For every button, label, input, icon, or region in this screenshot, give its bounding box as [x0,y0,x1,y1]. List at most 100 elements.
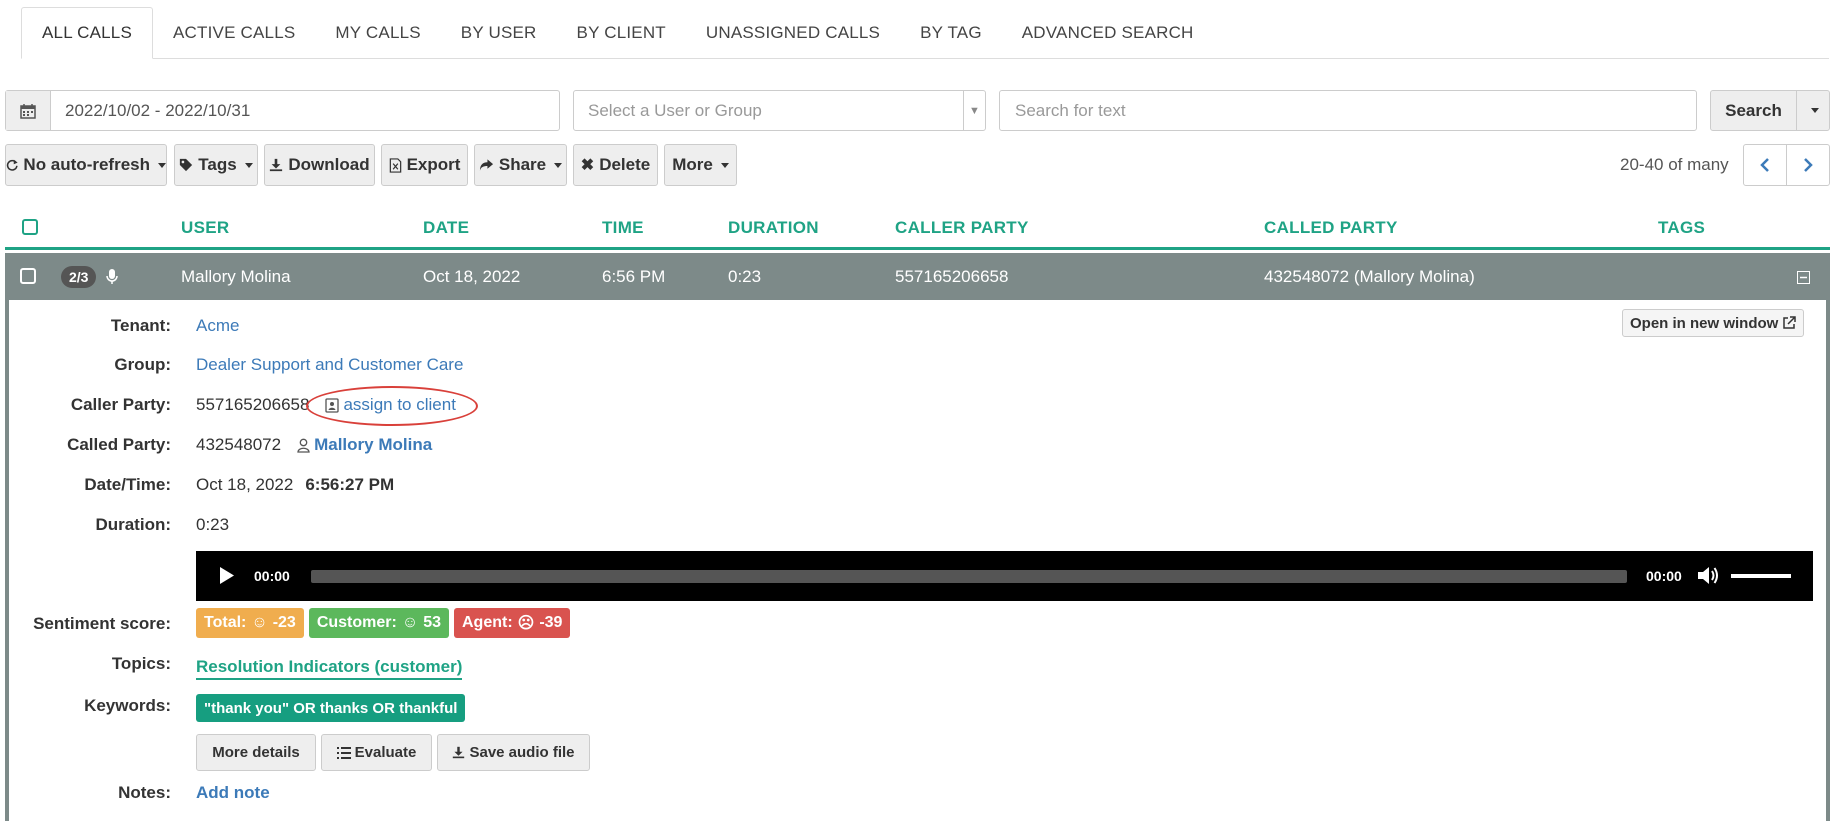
chevron-down-icon[interactable]: ▼ [963,91,985,130]
group-link[interactable]: Dealer Support and Customer Care [196,355,463,375]
table-row[interactable]: 2/3 Mallory Molina Oct 18, 2022 6:56 PM … [5,253,1830,300]
current-time: 00:00 [254,568,290,584]
calendar-icon[interactable] [6,91,51,130]
neutral-face-icon: ☺ [251,614,268,631]
excel-file-icon [389,157,401,173]
tab-by-tag[interactable]: BY TAG [900,7,1002,59]
sentiment-agent-label: Agent: [461,614,513,631]
search-button-group: Search [1710,90,1830,131]
download-icon [453,746,465,759]
row-time: 6:56 PM [602,267,666,286]
tab-my-calls[interactable]: MY CALLS [315,7,440,59]
volume-icon[interactable] [1697,565,1719,586]
tab-by-client[interactable]: BY CLIENT [557,7,686,59]
delete-button[interactable]: ✖ Delete [573,144,658,186]
chevron-left-icon [1760,158,1769,172]
caret-icon [1810,108,1819,113]
pagination-text: 20-40 of many [1620,155,1729,174]
more-details-button[interactable]: More details [196,734,316,771]
auto-refresh-label: No auto-refresh [23,155,150,174]
refresh-icon [6,159,18,171]
auto-refresh-button[interactable]: No auto-refresh [5,144,167,186]
tab-advanced-search[interactable]: ADVANCED SEARCH [1002,7,1214,59]
chevron-right-icon [1804,158,1813,172]
called-party-value: 432548072 Mallory Molina [196,435,432,455]
tags-label: Tags [198,155,237,174]
tenant-label: Tenant: [110,316,171,335]
delete-label: Delete [599,155,651,174]
called-user-link[interactable]: Mallory Molina [314,435,432,455]
date-range-value[interactable]: 2022/10/02 - 2022/10/31 [51,91,559,130]
calls-table-header: USER DATE TIME DURATION CALLER PARTY CAL… [5,204,1830,250]
topic-link[interactable]: Resolution Indicators (customer) [196,657,463,680]
notes-value: Add note [196,783,270,803]
collapse-icon[interactable] [1797,271,1810,284]
column-time[interactable]: TIME [602,218,644,238]
share-icon [479,159,493,171]
add-note-link[interactable]: Add note [196,783,270,803]
user-group-select[interactable]: Select a User or Group ▼ [573,90,986,131]
select-all-checkbox[interactable] [22,219,38,235]
call-part-badge: 2/3 [61,266,97,288]
download-label: Download [288,155,370,174]
download-icon [270,158,283,172]
caret-icon [158,162,166,168]
column-duration[interactable]: DURATION [728,218,819,238]
more-label: More [672,155,713,174]
more-button[interactable]: More [664,144,737,186]
keyword-badge[interactable]: "thank you" OR thanks OR thankful [196,694,466,722]
external-link-icon [1783,316,1797,329]
sentiment-scores: Total: ☺ -23 Customer: ☺ 53 Agent: ☹ -39 [196,608,571,638]
smile-icon: ☺ [401,614,419,631]
open-new-window-button[interactable]: Open in new window [1622,309,1805,337]
tab-all-calls[interactable]: ALL CALLS [21,7,154,59]
sentiment-total-value: -23 [272,614,296,631]
tags-button[interactable]: Tags [174,144,258,186]
user-icon [297,438,310,453]
audio-player: 00:00 00:00 [196,551,1813,601]
export-button[interactable]: Export [381,144,468,186]
tab-unassigned-calls[interactable]: UNASSIGNED CALLS [686,7,900,59]
sentiment-total-badge: Total: ☺ -23 [196,608,304,638]
group-label: Group: [114,355,171,374]
column-date[interactable]: DATE [423,218,469,238]
row-called-party: 432548072 (Mallory Molina) [1264,267,1475,286]
row-checkbox[interactable] [20,268,36,284]
topics-value: Resolution Indicators (customer) [196,657,463,680]
evaluate-label: Evaluate [354,744,417,761]
share-button[interactable]: Share [474,144,567,186]
close-icon: ✖ [580,157,595,174]
sentiment-customer-label: Customer: [316,614,397,631]
tab-active-calls[interactable]: ACTIVE CALLS [153,7,315,59]
play-icon[interactable] [219,566,235,585]
tab-by-user[interactable]: BY USER [441,7,557,59]
sentiment-customer-value: 53 [423,614,441,631]
search-input[interactable]: Search for text [999,90,1697,131]
tenant-link[interactable]: Acme [196,316,239,336]
evaluate-button[interactable]: Evaluate [321,734,432,771]
search-options-caret[interactable] [1797,91,1829,130]
highlight-ellipse [306,386,478,426]
microphone-icon [106,269,118,284]
user-group-placeholder[interactable]: Select a User or Group [574,91,963,130]
sentiment-customer-badge: Customer: ☺ 53 [308,608,449,638]
column-user[interactable]: USER [181,218,229,238]
save-audio-button[interactable]: Save audio file [437,734,590,771]
datetime-label: Date/Time: [84,475,171,494]
previous-page-button[interactable] [1744,145,1787,185]
notes-label: Notes: [118,783,171,802]
download-button[interactable]: Download [264,144,375,186]
tag-icon [180,158,193,172]
caret-icon [720,162,729,168]
datetime-value: Oct 18, 2022 6:56:27 PM [196,475,394,495]
duration-value: 0:23 [196,515,230,534]
column-called-party[interactable]: CALLED PARTY [1264,218,1398,238]
volume-slider[interactable] [1731,574,1791,578]
seek-bar[interactable] [311,570,1627,583]
column-tags[interactable]: TAGS [1658,218,1705,238]
column-caller-party[interactable]: CALLER PARTY [895,218,1029,238]
date-range-picker[interactable]: 2022/10/02 - 2022/10/31 [5,90,560,131]
next-page-button[interactable] [1787,145,1829,185]
search-button[interactable]: Search [1711,91,1797,130]
sentiment-agent-value: -39 [539,614,563,631]
